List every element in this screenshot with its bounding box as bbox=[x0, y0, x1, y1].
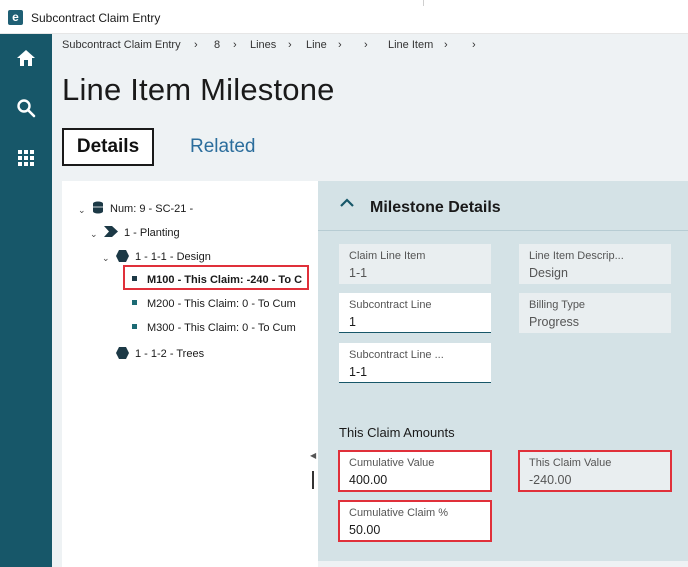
field-value: -240.00 bbox=[529, 473, 572, 487]
field-label: Cumulative Claim % bbox=[349, 507, 449, 519]
window-title: Subcontract Claim Entry bbox=[31, 11, 161, 25]
collapse-chevron-icon[interactable]: ⌄ bbox=[102, 253, 110, 264]
breadcrumb-item-8[interactable]: 8 bbox=[214, 39, 220, 51]
tree-node-m300[interactable]: M300 - This Claim: 0 - To Cum bbox=[132, 320, 317, 336]
collapse-chevron-icon[interactable]: ⌄ bbox=[78, 205, 86, 216]
main-content: Subcontract Claim Entry › 8 › Lines › Li… bbox=[52, 34, 688, 567]
cumulative-value-field[interactable]: Cumulative Value 400.00 bbox=[338, 450, 492, 492]
field-label: Cumulative Value bbox=[349, 457, 435, 469]
breadcrumb-separator: › bbox=[364, 39, 368, 51]
panel-header[interactable]: Milestone Details bbox=[318, 181, 688, 231]
breadcrumb-item-subcontract-claim-entry[interactable]: Subcontract Claim Entry bbox=[62, 39, 181, 51]
tree-node-trees[interactable]: 1 - 1-2 - Trees bbox=[116, 346, 204, 362]
bullet-square-icon bbox=[132, 324, 137, 329]
subcontract-line-item-field[interactable]: Subcontract Line ... 1-1 bbox=[339, 343, 491, 383]
breadcrumb-separator: › bbox=[288, 39, 292, 51]
breadcrumb-separator: › bbox=[338, 39, 342, 51]
this-claim-value-field: This Claim Value -240.00 bbox=[518, 450, 672, 492]
breadcrumb-separator: › bbox=[194, 39, 198, 51]
tree-node-label: 1 - Planting bbox=[124, 227, 180, 239]
breadcrumb-separator: › bbox=[233, 39, 237, 51]
field-value: Progress bbox=[529, 315, 580, 329]
tree-node-label: M100 - This Claim: -240 - To C bbox=[147, 274, 303, 286]
breadcrumb-item-line[interactable]: Line bbox=[306, 39, 327, 51]
collapse-chevron-icon[interactable]: ⌄ bbox=[90, 229, 98, 240]
this-claim-amounts-heading: This Claim Amounts bbox=[339, 425, 455, 440]
bullet-square-icon bbox=[132, 300, 137, 305]
pane-splitter-handle[interactable] bbox=[312, 471, 314, 489]
page-title: Line Item Milestone bbox=[62, 72, 335, 107]
field-label: Billing Type bbox=[529, 299, 586, 311]
window-titlebar: e Subcontract Claim Entry bbox=[0, 0, 688, 34]
field-value[interactable]: 400.00 bbox=[349, 473, 387, 487]
field-label: This Claim Value bbox=[529, 457, 612, 469]
field-value: 1-1 bbox=[349, 266, 368, 280]
bullet-square-icon bbox=[132, 276, 137, 281]
grid-icon[interactable] bbox=[14, 146, 38, 170]
field-value[interactable]: 1-1 bbox=[349, 365, 367, 379]
tab-related[interactable]: Related bbox=[190, 136, 256, 158]
chevron-shape-icon bbox=[104, 226, 118, 237]
milestone-details-panel: Milestone Details Claim Line Item 1-1 Li… bbox=[318, 181, 688, 561]
hexagon-icon bbox=[116, 250, 129, 262]
claim-line-item-field: Claim Line Item 1-1 bbox=[339, 244, 491, 284]
search-icon[interactable] bbox=[14, 96, 38, 120]
breadcrumb-item-lines[interactable]: Lines bbox=[250, 39, 276, 51]
database-icon bbox=[93, 201, 103, 214]
tree-node-m100[interactable]: M100 - This Claim: -240 - To C bbox=[132, 272, 302, 288]
field-value[interactable]: 1 bbox=[349, 315, 356, 329]
tree-node-design[interactable]: 1 - 1-1 - Design bbox=[116, 249, 211, 265]
app-logo-icon: e bbox=[8, 10, 23, 25]
milestone-tree: ⌄ Num: 9 - SC-21 - ⌄ 1 - Planting ⌄ 1 - … bbox=[62, 181, 318, 567]
panel-title: Milestone Details bbox=[370, 199, 501, 216]
tab-details[interactable]: Details bbox=[62, 128, 154, 166]
field-label: Claim Line Item bbox=[349, 250, 426, 262]
tree-node-label: M300 - This Claim: 0 - To Cum bbox=[147, 322, 296, 334]
home-icon[interactable] bbox=[14, 46, 38, 70]
tree-node-label: M200 - This Claim: 0 - To Cum bbox=[147, 298, 296, 310]
hexagon-icon bbox=[116, 347, 129, 359]
field-value: Design bbox=[529, 266, 568, 280]
breadcrumb-separator: › bbox=[472, 39, 476, 51]
line-item-description-field: Line Item Descrip... Design bbox=[519, 244, 671, 284]
field-value[interactable]: 50.00 bbox=[349, 523, 380, 537]
subcontract-line-field[interactable]: Subcontract Line 1 bbox=[339, 293, 491, 333]
tree-node-root[interactable]: Num: 9 - SC-21 - bbox=[92, 201, 193, 217]
cumulative-claim-percent-field[interactable]: Cumulative Claim % 50.00 bbox=[338, 500, 492, 542]
chevron-up-icon[interactable] bbox=[340, 198, 354, 208]
left-nav-rail bbox=[0, 34, 52, 567]
breadcrumb-separator: › bbox=[444, 39, 448, 51]
tree-node-planting[interactable]: 1 - Planting bbox=[104, 225, 180, 241]
tree-node-label: 1 - 1-2 - Trees bbox=[135, 348, 205, 360]
titlebar-divider bbox=[423, 0, 424, 6]
tree-node-label: 1 - 1-1 - Design bbox=[135, 251, 211, 263]
breadcrumb-item-line-item[interactable]: Line Item bbox=[388, 39, 433, 51]
tree-node-label: Num: 9 - SC-21 - bbox=[110, 203, 194, 215]
field-label: Subcontract Line ... bbox=[349, 349, 444, 361]
field-label: Line Item Descrip... bbox=[529, 250, 624, 262]
billing-type-field: Billing Type Progress bbox=[519, 293, 671, 333]
collapse-left-icon[interactable]: ◀ bbox=[310, 451, 316, 460]
tree-node-m200[interactable]: M200 - This Claim: 0 - To Cum bbox=[132, 296, 317, 312]
field-label: Subcontract Line bbox=[349, 299, 432, 311]
